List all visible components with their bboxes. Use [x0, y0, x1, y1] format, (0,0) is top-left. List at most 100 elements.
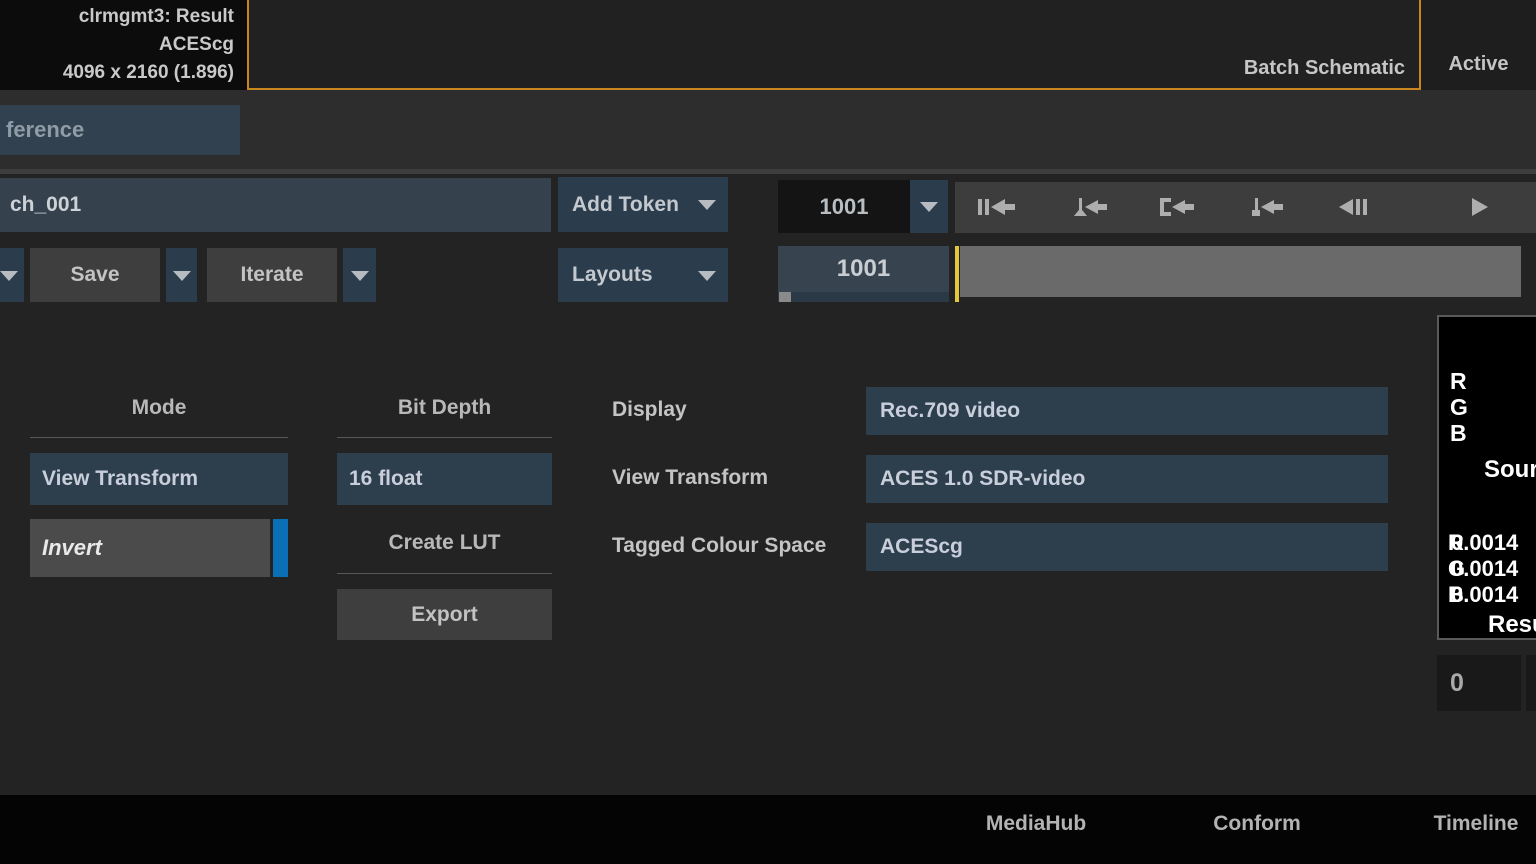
sample-result-row: R 0.0014 [1439, 530, 1536, 556]
previous-marker-button[interactable] [1243, 196, 1283, 218]
segment-handle[interactable] [779, 292, 791, 302]
step-back-icon [1331, 196, 1371, 218]
frame-number-dropdown-button[interactable] [910, 180, 948, 233]
previous-marker-icon [1243, 196, 1283, 218]
view-transform-mode-button[interactable]: View Transform [30, 453, 288, 505]
invert-toggle-button[interactable]: Invert [30, 519, 288, 577]
view-mode-label: Batch Schematic [1244, 57, 1405, 80]
sample-source-label: Source [1484, 456, 1536, 484]
display-dropdown[interactable]: Rec.709 video [866, 387, 1388, 435]
bottom-bar: MediaHub Conform Timeline [0, 795, 1536, 864]
mode-section-divider [30, 437, 288, 438]
caret-down-icon [0, 271, 18, 281]
go-to-start-button[interactable] [977, 196, 1017, 218]
export-button-label: Export [411, 603, 478, 626]
timeline-track[interactable] [960, 246, 1521, 297]
reference-button[interactable]: ference [0, 105, 240, 155]
sample-offset-value: 0 [1437, 669, 1464, 697]
tagged-colour-space-label: Tagged Colour Space [612, 534, 826, 558]
iterate-button-label: Iterate [240, 263, 303, 286]
sample-result-row: G 0.0014 [1439, 556, 1536, 582]
display-value: Rec.709 video [866, 399, 1020, 422]
bit-depth-section-divider [337, 437, 552, 438]
save-options-dropdown-button[interactable] [166, 248, 197, 302]
bit-depth-section-label: Bit Depth [337, 396, 552, 420]
mode-section-label: Mode [30, 396, 288, 420]
clip-info-result: clrmgmt3: Result [0, 3, 234, 31]
go-to-in-button[interactable] [1155, 196, 1195, 218]
add-token-dropdown[interactable]: Add Token [558, 177, 728, 232]
tab-conform[interactable]: Conform [1213, 812, 1301, 836]
tagged-colour-space-value: ACEScg [866, 535, 963, 558]
iterate-options-dropdown-button[interactable] [343, 248, 376, 302]
go-to-start-icon [977, 196, 1017, 218]
tab-timeline-label: Timeline [1434, 812, 1519, 835]
iterate-button[interactable]: Iterate [207, 248, 337, 302]
save-button-label: Save [70, 263, 119, 286]
segment-label: 1001 [778, 246, 949, 292]
sample-channel-r: R [1450, 368, 1467, 395]
bit-depth-dropdown[interactable]: 16 float [337, 453, 552, 505]
divider [0, 169, 1536, 174]
sample-offset-field-2[interactable] [1526, 655, 1536, 711]
sample-channel-g: G [1450, 394, 1468, 421]
view-transform-dropdown[interactable]: ACES 1.0 SDR-video [866, 455, 1388, 503]
viewer-canvas[interactable]: Batch Schematic [247, 0, 1421, 90]
layouts-dropdown[interactable]: Layouts [558, 248, 728, 302]
application-window: clrmgmt3: Result ACEScg 4096 x 2160 (1.8… [0, 0, 1536, 864]
load-dropdown-button[interactable] [0, 248, 24, 302]
frame-number-field[interactable]: 1001 [778, 180, 910, 233]
display-label: Display [612, 398, 687, 422]
play-button[interactable] [1468, 196, 1492, 218]
go-to-in-icon [1155, 196, 1195, 218]
caret-down-icon [920, 202, 938, 212]
tab-active[interactable]: Active [1421, 0, 1536, 90]
sample-result-value: 0.0014 [1451, 582, 1518, 608]
sample-offset-field[interactable]: 0 [1437, 655, 1521, 711]
play-icon [1468, 196, 1492, 218]
sample-result-row: B 0.0014 [1439, 582, 1536, 608]
caret-down-icon [351, 271, 369, 281]
segment-footer-strip [778, 292, 949, 302]
view-transform-label: View Transform [612, 466, 768, 490]
playhead[interactable] [955, 246, 959, 302]
view-transform-mode-label: View Transform [30, 467, 198, 490]
caret-down-icon [173, 271, 191, 281]
sample-result-value: 0.0014 [1451, 530, 1518, 556]
tab-timeline[interactable]: Timeline [1434, 812, 1519, 836]
previous-keyframe-icon [1067, 196, 1107, 218]
layouts-label: Layouts [572, 248, 653, 302]
tab-mediahub[interactable]: MediaHub [986, 812, 1086, 836]
clip-info-colourspace: ACEScg [0, 31, 234, 59]
batch-name-value: ch_001 [10, 178, 81, 232]
bit-depth-value: 16 float [337, 467, 423, 490]
caret-down-icon [698, 200, 716, 210]
batch-name-input[interactable]: ch_001 [0, 178, 551, 232]
sample-result-value: 0.0014 [1451, 556, 1518, 582]
create-lut-section-divider [337, 573, 552, 574]
add-token-label: Add Token [572, 177, 679, 232]
reference-button-label: ference [6, 105, 84, 155]
invert-toggle-body: Invert [30, 519, 270, 577]
tagged-colour-space-dropdown[interactable]: ACEScg [866, 523, 1388, 571]
frame-number-value: 1001 [820, 194, 869, 219]
view-transform-value: ACES 1.0 SDR-video [866, 467, 1085, 490]
export-button[interactable]: Export [337, 589, 552, 640]
tab-conform-label: Conform [1213, 812, 1301, 835]
tab-active-label: Active [1448, 53, 1508, 76]
clip-info-resolution: 4096 x 2160 (1.896) [0, 59, 234, 87]
previous-keyframe-button[interactable] [1067, 196, 1107, 218]
invert-active-indicator [273, 519, 288, 577]
transport-bar [955, 182, 1536, 233]
tab-mediahub-label: MediaHub [986, 812, 1086, 835]
clip-info-box: clrmgmt3: Result ACEScg 4096 x 2160 (1.8… [0, 0, 247, 90]
create-lut-section-label: Create LUT [337, 531, 552, 555]
colour-sample-panel: R G B Source R 0.0014 G 0.0014 B 0.0014 … [1437, 315, 1536, 640]
save-button[interactable]: Save [30, 248, 160, 302]
invert-toggle-label: Invert [30, 535, 102, 560]
timeline-segment[interactable]: 1001 [778, 246, 949, 302]
sample-channel-b: B [1450, 420, 1467, 447]
sample-result-label: Result [1488, 611, 1536, 639]
step-back-button[interactable] [1331, 196, 1371, 218]
caret-down-icon [698, 271, 716, 281]
